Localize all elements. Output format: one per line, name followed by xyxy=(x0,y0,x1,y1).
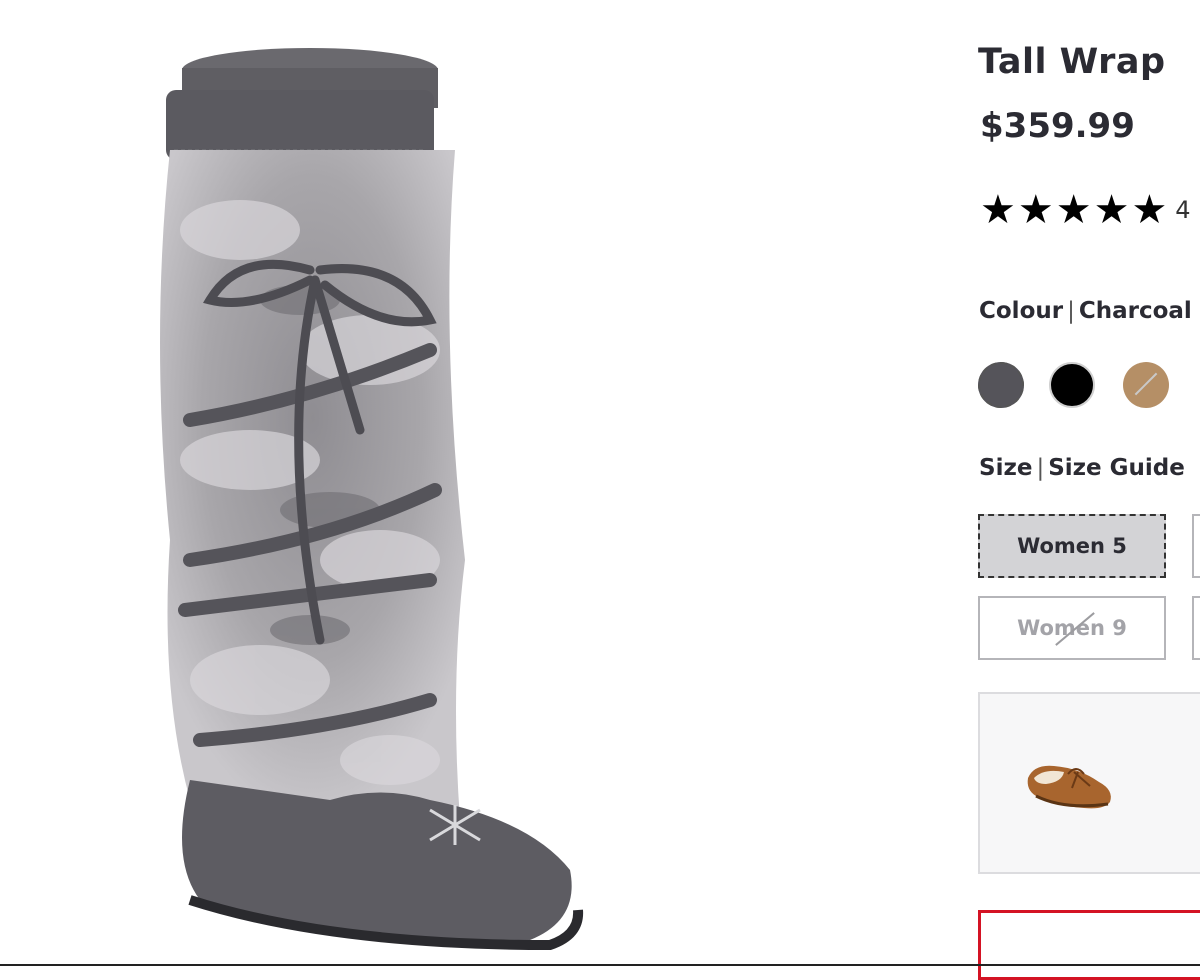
swatch-black[interactable] xyxy=(1049,362,1095,408)
colour-label: Colour xyxy=(979,298,1064,324)
star-icon: ★ xyxy=(1131,187,1168,233)
star-icon: ★ xyxy=(980,187,1016,233)
selected-colour-name: Charcoal xyxy=(1078,298,1192,324)
star-icon: ★ xyxy=(1055,187,1092,233)
size-label-row: Size | Size Guide xyxy=(979,455,1185,481)
recommended-product-card[interactable] xyxy=(978,692,1200,874)
star-icon: ★ xyxy=(1017,187,1054,233)
size-option-women-5[interactable]: Women 5 xyxy=(978,514,1166,578)
size-option[interactable] xyxy=(1192,596,1200,660)
product-title: Tall Wrap xyxy=(978,42,1166,82)
size-label: Size xyxy=(979,455,1033,481)
swatch-charcoal[interactable] xyxy=(978,362,1024,408)
recommended-product-image xyxy=(1027,765,1111,809)
size-option[interactable] xyxy=(1192,514,1200,578)
product-details-panel: Tall Wrap $359.99 ★ ★ ★ ★ ★ 4 Colour | Cha… xyxy=(978,0,1200,980)
product-price: $359.99 xyxy=(980,106,1135,146)
product-image-gallery xyxy=(0,0,960,966)
swatch-tan[interactable] xyxy=(1123,362,1169,408)
product-rating[interactable]: ★ ★ ★ ★ ★ 4 xyxy=(980,186,1191,234)
size-guide-link[interactable]: Size Guide xyxy=(1048,455,1185,481)
size-option-label: Women 5 xyxy=(1017,534,1127,558)
review-count[interactable]: 4 xyxy=(1175,196,1190,224)
size-option-women-9[interactable]: Women 9 xyxy=(978,596,1166,660)
colour-label-row: Colour | Charcoal xyxy=(979,298,1192,324)
star-icon: ★ xyxy=(1093,187,1130,233)
product-image xyxy=(160,48,584,951)
size-option-label: Women 9 xyxy=(1017,616,1127,640)
colour-separator: | xyxy=(1067,298,1075,324)
add-to-cart-button[interactable] xyxy=(978,910,1200,980)
size-separator: | xyxy=(1036,455,1045,481)
